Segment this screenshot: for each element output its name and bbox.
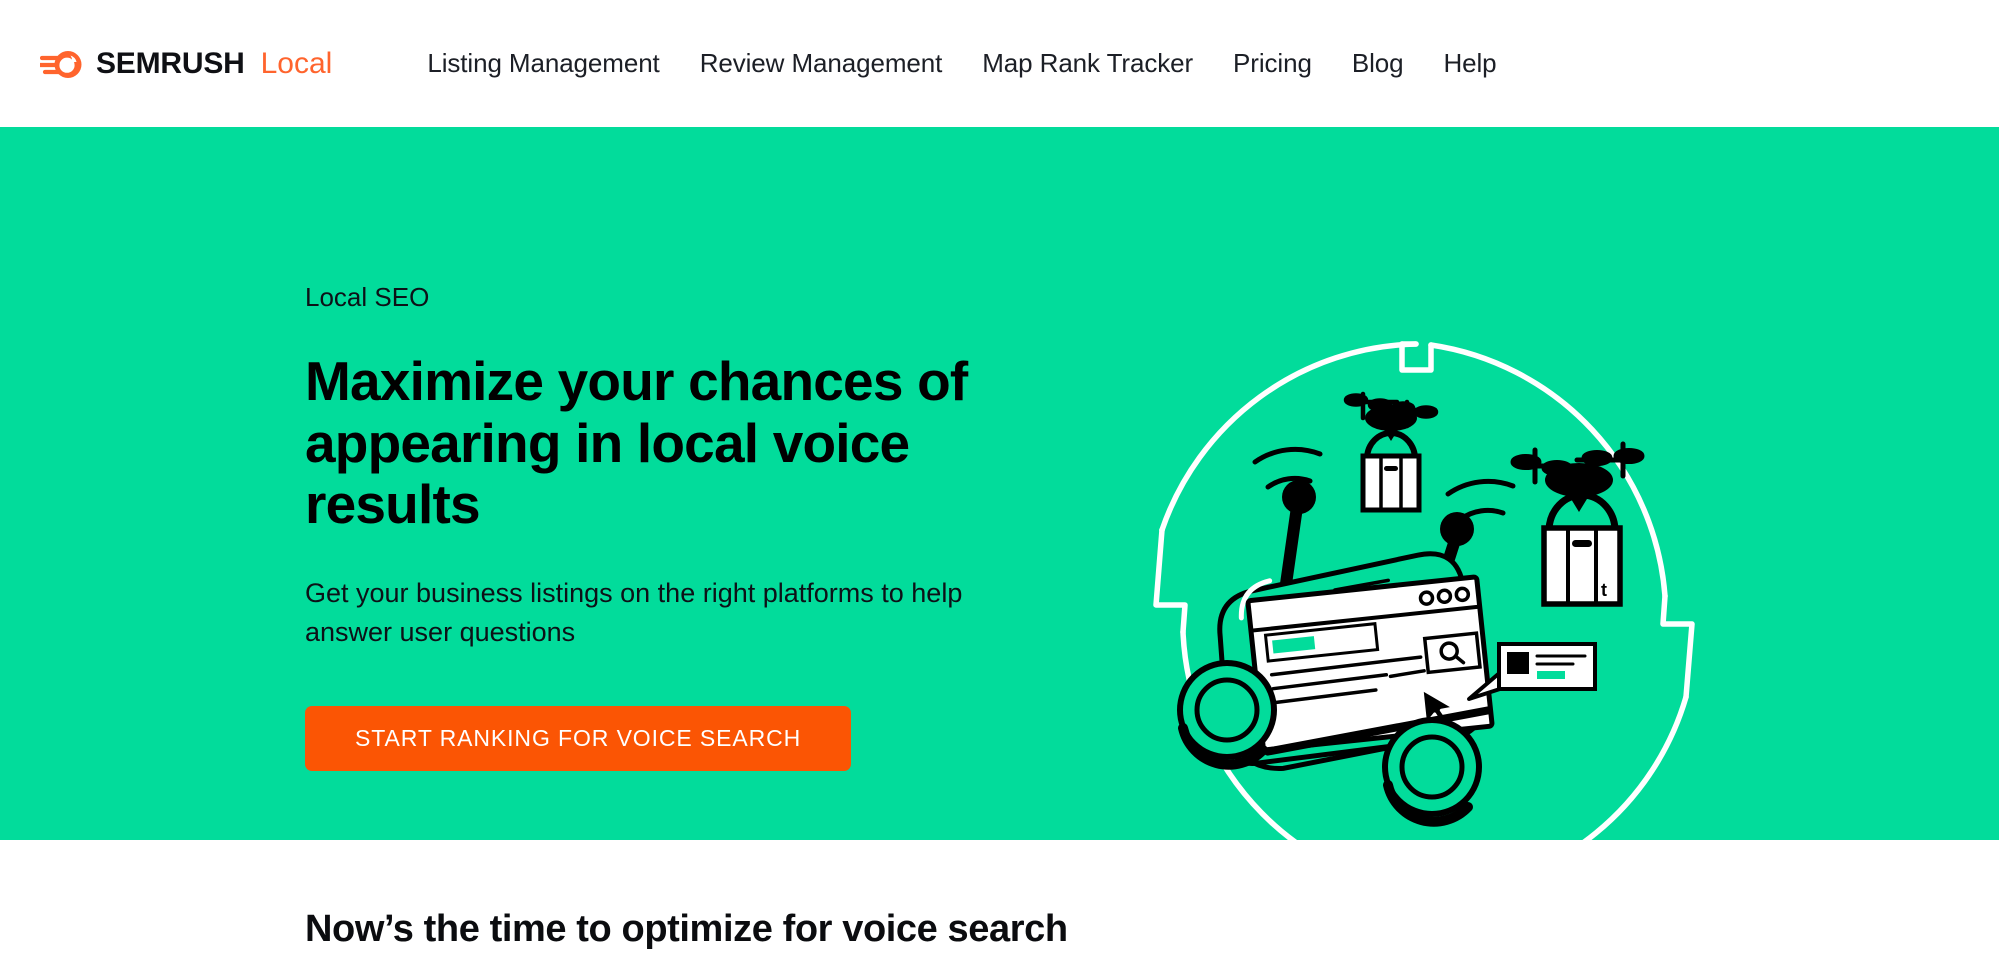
brand-logo-link[interactable]: SEMRUSH Local (37, 46, 333, 80)
wheel-right (1382, 717, 1482, 827)
nav-link-review-management[interactable]: Review Management (700, 42, 943, 85)
wheel-left (1177, 660, 1277, 770)
shopping-bag-mark: t (1601, 580, 1607, 600)
drone-large-with-shopping-bag: t (1510, 441, 1645, 607)
hero-title-line-2: appearing in local voice results (305, 411, 910, 536)
site-header: SEMRUSH Local Listing Management Review … (0, 0, 1999, 127)
semrush-comet-icon (37, 48, 85, 80)
start-ranking-button[interactable]: START RANKING FOR VOICE SEARCH (305, 706, 852, 772)
page-title: Maximize your chances of appearing in lo… (305, 350, 1025, 536)
nav-link-listing-management[interactable]: Listing Management (427, 42, 659, 85)
nav-link-help[interactable]: Help (1443, 42, 1496, 85)
hero-title-line-1: Maximize your chances of (305, 350, 968, 413)
hero-section: Local SEO Maximize your chances of appea… (0, 127, 1999, 840)
brand-name: SEMRUSH (96, 46, 245, 80)
brand-product-name: Local (260, 46, 333, 80)
hero-eyebrow: Local SEO (305, 282, 430, 312)
search-magnifier-icon (1422, 631, 1482, 675)
drone-small-with-shopping-bag (1343, 391, 1439, 513)
nav-link-blog[interactable]: Blog (1352, 42, 1404, 85)
below-hero-section: Now’s the time to optimize for voice sea… (0, 840, 1999, 980)
nav-link-pricing[interactable]: Pricing (1233, 42, 1312, 85)
hero-subtitle: Get your business listings on the right … (305, 577, 963, 648)
hero-copy: Local SEO Maximize your chances of appea… (305, 282, 1025, 772)
delivery-robot-voice-search-illustration: t (1135, 332, 1710, 840)
nav-link-map-rank-tracker[interactable]: Map Rank Tracker (982, 42, 1193, 85)
section-title-optimize-voice-search: Now’s the time to optimize for voice sea… (305, 908, 1068, 950)
antenna-left (1280, 480, 1316, 590)
main-navigation: Listing Management Review Management Map… (427, 42, 1496, 85)
signal-waves-left (1252, 446, 1323, 490)
